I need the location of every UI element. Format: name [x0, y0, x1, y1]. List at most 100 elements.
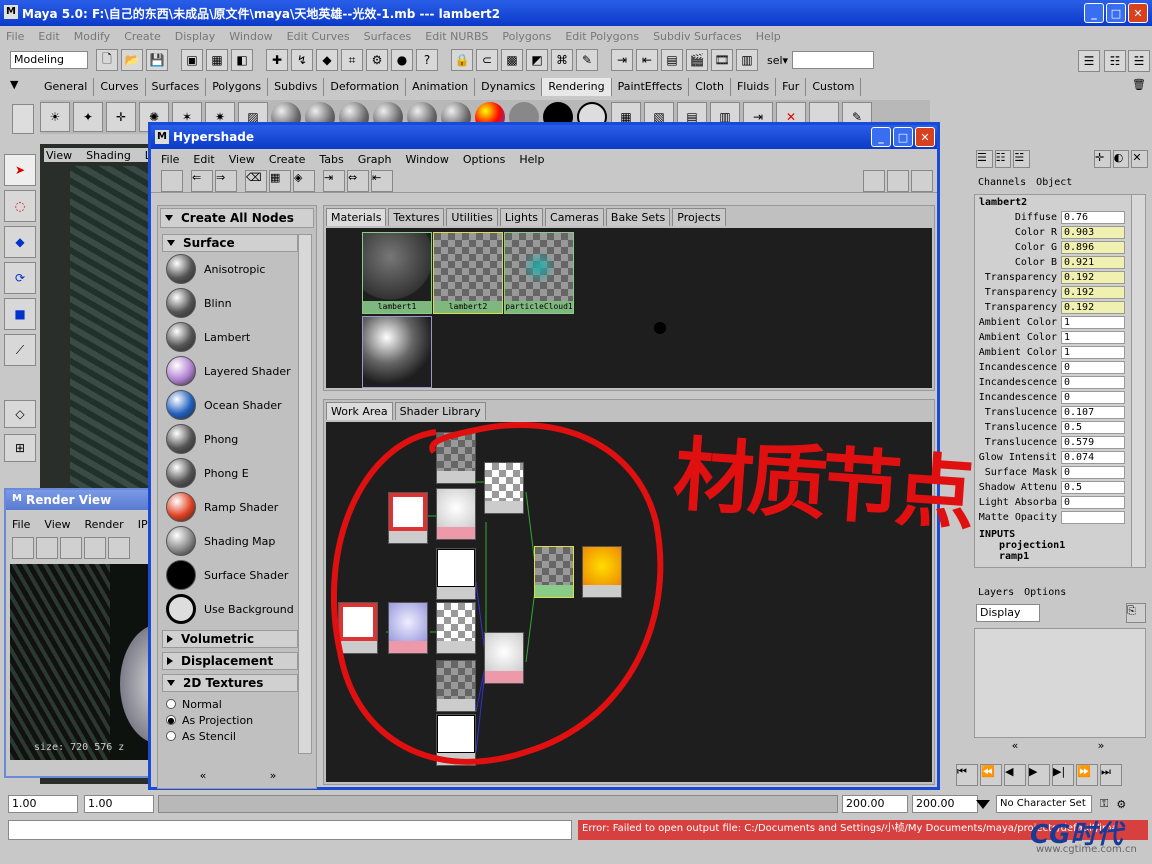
layout-bottom-icon[interactable] [887, 169, 909, 192]
step-forward-key-icon[interactable]: ⏩ [1076, 764, 1098, 786]
go-to-end-icon[interactable]: ⏭ [1100, 764, 1122, 786]
attribute-editor-icon[interactable]: ☰ [1078, 50, 1100, 72]
attribute-value[interactable]: 0.896 [1061, 241, 1125, 254]
channel-attribute[interactable]: Color R 0.903 [975, 225, 1145, 240]
shader-item[interactable]: Ramp Shader [162, 490, 316, 524]
snap-point-icon[interactable]: ◆ [316, 49, 338, 71]
point-light-icon[interactable]: ✛ [106, 102, 136, 132]
tab-utilities[interactable]: Utilities [446, 208, 498, 226]
channel-attribute[interactable]: Glow Intensit 0.074 [975, 450, 1145, 465]
channel-box-icon[interactable]: ☱ [1128, 50, 1150, 72]
attribute-value[interactable]: 0.921 [1061, 256, 1125, 269]
input-node[interactable]: projection1 [999, 540, 1145, 551]
shelf-tab-general[interactable]: General [38, 78, 95, 96]
shader-item[interactable]: Phong E [162, 456, 316, 490]
hypershade-close-button[interactable]: ✕ [915, 127, 935, 147]
channel-attribute[interactable]: Incandescence 0 [975, 390, 1145, 405]
swatch-lambert1[interactable]: lambert1 [362, 232, 432, 314]
create-all-nodes-header[interactable]: Create All Nodes [160, 208, 314, 228]
channel-scrollbar[interactable] [1131, 195, 1145, 567]
channel-attribute[interactable]: Surface Mask 0 [975, 465, 1145, 480]
tab-lights[interactable]: Lights [499, 208, 544, 226]
render-settings-icon[interactable] [108, 537, 130, 559]
attribute-value[interactable]: 0.192 [1061, 271, 1125, 284]
attribute-value[interactable]: 1 [1061, 346, 1125, 359]
select-hierarchy-icon[interactable]: ▣ [181, 49, 203, 71]
rotate-tool-icon[interactable]: ⟳ [4, 262, 36, 294]
tab-projects[interactable]: Projects [672, 208, 726, 226]
clapper-ipr-icon[interactable]: 🎞 [711, 49, 733, 71]
create-bar-scrollbar[interactable] [298, 234, 312, 754]
shelf-tab-curves[interactable]: Curves [94, 78, 146, 96]
hypershade-maximize-button[interactable]: □ [893, 127, 913, 147]
input-node[interactable]: ramp1 [999, 551, 1145, 562]
snap-grid-icon[interactable]: ✚ [266, 49, 288, 71]
ipr-icon[interactable]: ◩ [526, 49, 548, 71]
command-line[interactable] [8, 820, 572, 840]
tab-shader-library[interactable]: Shader Library [394, 402, 486, 420]
layers-menu[interactable]: Layers [978, 587, 1014, 598]
shader-item[interactable]: Shading Map [162, 524, 316, 558]
channel-attribute[interactable]: Color G 0.896 [975, 240, 1145, 255]
range-start-field[interactable]: 200.00 [842, 795, 908, 813]
main-menu-edit-curves[interactable]: Edit Curves [287, 30, 350, 43]
channel-attribute[interactable]: Ambient Color 1 [975, 345, 1145, 360]
move-tool-icon[interactable]: ◆ [4, 226, 36, 258]
select-component-icon[interactable]: ◧ [231, 49, 253, 71]
show-io-icon[interactable]: ⇔ [347, 169, 369, 192]
shading-icon[interactable]: ◐ [1112, 150, 1130, 168]
hypershade-menu-file[interactable]: File [161, 153, 179, 166]
auto-key-icon[interactable]: ⚙ [1116, 798, 1126, 811]
object-menu[interactable]: Object [1036, 177, 1072, 188]
shelf-tab-cloth[interactable]: Cloth [689, 78, 731, 96]
close-button[interactable]: ✕ [1128, 3, 1148, 23]
show-output-icon[interactable]: ⇤ [371, 169, 393, 192]
toggle-create-bar-icon[interactable] [161, 169, 183, 192]
hypershade-menu-help[interactable]: Help [519, 153, 544, 166]
main-menu-polygons[interactable]: Polygons [502, 30, 551, 43]
viewport-menu-item[interactable]: Shading [86, 149, 131, 162]
channel-attribute[interactable]: Color B 0.921 [975, 255, 1145, 270]
shelf-tab-polygons[interactable]: Polygons [206, 78, 269, 96]
new-layer-icon[interactable]: ⎘ [1126, 603, 1146, 623]
channel-layer-icon[interactable]: ☱ [1013, 150, 1031, 168]
attribute-value[interactable]: 0.107 [1061, 406, 1125, 419]
channel-attribute[interactable]: Shadow Attenu 0.5 [975, 480, 1145, 495]
main-menu-help[interactable]: Help [756, 30, 781, 43]
rearrange-graph-icon[interactable]: ▦ [269, 169, 291, 192]
arrow-left-icon[interactable]: ⇐ [191, 169, 213, 192]
channel-attribute[interactable]: Translucence 0.5 [975, 420, 1145, 435]
lock-icon[interactable]: 🔒 [451, 49, 473, 71]
history-icon[interactable]: ⚙ [366, 49, 388, 71]
step-back-icon[interactable]: ◀ [1004, 764, 1026, 786]
render-view-menu-item[interactable]: Render [85, 518, 124, 531]
render-region-icon[interactable] [36, 537, 58, 559]
attribute-value[interactable]: 0 [1061, 376, 1125, 389]
main-menu-surfaces[interactable]: Surfaces [364, 30, 412, 43]
mode-selector[interactable]: Modeling [10, 51, 88, 69]
manipulator-tool-icon[interactable]: ⟋ [4, 334, 36, 366]
channel-attribute[interactable]: Incandescence 0 [975, 375, 1145, 390]
scroll-right-icon[interactable]: » [270, 769, 277, 782]
char-set-dropdown-icon[interactable] [976, 799, 990, 809]
hypershade-menu-options[interactable]: Options [463, 153, 505, 166]
shelf-tab-fur[interactable]: Fur [776, 78, 807, 96]
tab-bake-sets[interactable]: Bake Sets [605, 208, 671, 226]
tab-materials[interactable]: Materials [326, 208, 387, 226]
attribute-value[interactable]: 0.903 [1061, 226, 1125, 239]
new-scene-icon[interactable]: 🗋 [96, 49, 118, 71]
arrow-right-icon[interactable]: ⇒ [215, 169, 237, 192]
ipr-render-icon[interactable] [60, 537, 82, 559]
minimize-button[interactable]: _ [1084, 3, 1104, 23]
hypershade-menu-view[interactable]: View [229, 153, 255, 166]
viewport-menu-item[interactable]: View [46, 149, 72, 162]
render-view-menu-item[interactable]: View [44, 518, 70, 531]
channel-attribute[interactable]: Translucence 0.107 [975, 405, 1145, 420]
select-object-icon[interactable]: ▦ [206, 49, 228, 71]
directional-light-icon[interactable]: ☀ [40, 102, 70, 132]
layer-list-icon[interactable]: ☷ [994, 150, 1012, 168]
tab-textures[interactable]: Textures [388, 208, 445, 226]
attribute-value[interactable]: 0.5 [1061, 481, 1125, 494]
open-scene-icon[interactable]: 📂 [121, 49, 143, 71]
shader-item[interactable]: Surface Shader [162, 558, 316, 592]
